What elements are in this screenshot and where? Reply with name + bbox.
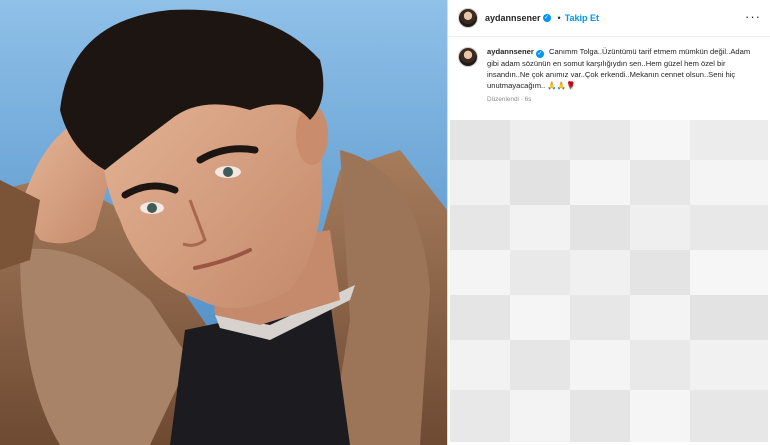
blurred-comments-area: [450, 120, 768, 442]
follow-button[interactable]: Takip Et: [565, 13, 599, 23]
post-time[interactable]: 6s: [525, 96, 532, 103]
caption-avatar[interactable]: [458, 47, 478, 67]
edited-label: Düzenlendi: [487, 95, 519, 103]
username[interactable]: aydannsener: [485, 13, 541, 23]
portrait-photo: [0, 0, 447, 445]
post-photo[interactable]: [0, 0, 447, 445]
instagram-post: aydannsener ✓ • Takip Et ··· aydannsener…: [0, 0, 770, 445]
caption-block: aydannsener ✓ Canımm Tolga..Üzüntümü tari…: [458, 46, 763, 103]
verified-badge-icon: ✓: [542, 14, 551, 22]
avatar[interactable]: [458, 8, 478, 28]
caption-meta: Düzenlendi · 6s: [487, 96, 759, 103]
caption: aydannsener ✓ Canımm Tolga..Üzüntümü tari…: [487, 46, 759, 92]
post-header: aydannsener ✓ • Takip Et ···: [448, 0, 770, 37]
caption-username[interactable]: aydannsener: [487, 47, 534, 56]
more-options-icon[interactable]: ···: [745, 10, 761, 24]
header-separator: •: [557, 13, 561, 23]
verified-badge-icon: ✓: [535, 50, 544, 58]
